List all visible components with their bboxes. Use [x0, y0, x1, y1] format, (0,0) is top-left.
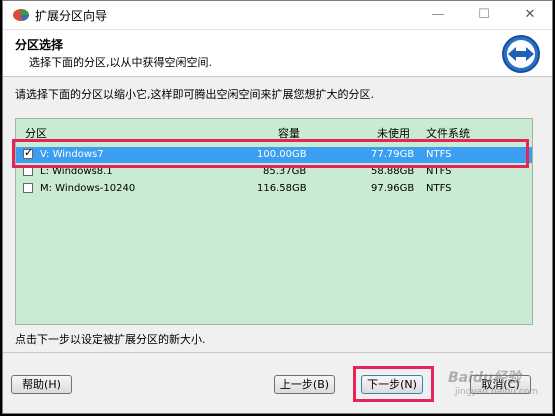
partition-row-m[interactable]: M: Windows-10240 116.58GB 97.96GB NTFS: [16, 181, 532, 197]
footer-divider: [3, 352, 552, 353]
minimize-button[interactable]: —: [416, 1, 460, 28]
window-title: 扩展分区向导: [35, 9, 108, 23]
instruction-text: 请选择下面的分区以缩小它,这样即可腾出空闲空间来扩展您想扩大的分区.: [15, 88, 374, 101]
partition-list[interactable]: 分区 容量 未使用 文件系统 ✓ V: Windows7 100.00GB 77…: [15, 118, 533, 325]
column-header-partition[interactable]: 分区: [25, 125, 47, 141]
partition-filesystem: NTFS: [426, 149, 452, 160]
next-button[interactable]: 下一步(N): [361, 375, 423, 394]
partition-unused: 97.96GB: [371, 183, 415, 194]
partition-row-l[interactable]: L: Windows8.1 85.37GB 58.88GB NTFS: [16, 164, 532, 180]
wizard-window: 扩展分区向导 — ☐ ✕ 分区选择 选择下面的分区,以从中获得空闲空间. 请选择…: [2, 0, 553, 414]
step-title: 分区选择: [15, 38, 64, 52]
partition-filesystem: NTFS: [426, 166, 452, 177]
partition-checkbox-v[interactable]: ✓: [23, 146, 34, 159]
close-button[interactable]: ✕: [508, 1, 552, 28]
partition-unused: 77.79GB: [371, 149, 415, 160]
watermark-url: jingyan.baidu.com: [455, 387, 539, 397]
partition-row-v[interactable]: ✓ V: Windows7 100.00GB 77.79GB NTFS: [16, 147, 532, 163]
partition-capacity: 85.37GB: [263, 166, 307, 177]
partition-app-icon: [13, 9, 29, 21]
back-button[interactable]: 上一步(B): [274, 375, 335, 394]
partition-unused: 58.88GB: [371, 166, 415, 177]
hint-text: 点击下一步以设定被扩展分区的新大小.: [15, 333, 206, 346]
partition-name: L: Windows8.1: [40, 166, 113, 177]
expand-arrows-icon: [502, 35, 540, 73]
wizard-header: 分区选择 选择下面的分区,以从中获得空闲空间.: [3, 30, 552, 77]
partition-filesystem: NTFS: [426, 183, 452, 194]
partition-checkbox-l[interactable]: [23, 166, 33, 176]
column-header-unused[interactable]: 未使用: [377, 125, 410, 141]
title-bar: 扩展分区向导 — ☐ ✕: [3, 1, 552, 30]
column-header-filesystem[interactable]: 文件系统: [426, 125, 470, 141]
maximize-button[interactable]: ☐: [462, 1, 506, 28]
checkmark-icon: ✓: [24, 146, 34, 159]
partition-capacity: 116.58GB: [257, 183, 307, 194]
help-button[interactable]: 帮助(H): [11, 375, 72, 394]
watermark-logo: Baidu经验: [448, 370, 521, 386]
column-header-capacity[interactable]: 容量: [278, 125, 300, 141]
step-subtitle: 选择下面的分区,以从中获得空闲空间.: [29, 56, 212, 69]
partition-name: M: Windows-10240: [40, 183, 136, 194]
partition-capacity: 100.00GB: [257, 149, 307, 160]
partition-checkbox-m[interactable]: [23, 183, 33, 193]
partition-name: V: Windows7: [40, 149, 104, 160]
